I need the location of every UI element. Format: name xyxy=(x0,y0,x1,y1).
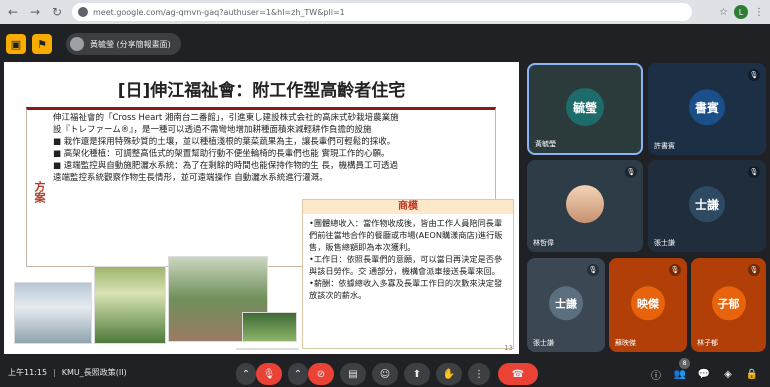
chat-icon: 💬 xyxy=(697,368,711,380)
reload-icon[interactable]: ↻ xyxy=(48,3,66,21)
participant-tile[interactable]: 🎙 子郁 林子郁 xyxy=(691,258,766,352)
address-bar[interactable]: meet.google.com/ag-qmvn-gaq?authuser=1&h… xyxy=(72,3,692,21)
mic-off-icon: 🎙 xyxy=(587,264,599,276)
participant-tile[interactable]: 毓瑩 黃毓瑩 xyxy=(527,63,643,155)
meeting-details-button[interactable]: ⓘ xyxy=(648,366,664,382)
method-line: 遠端監控系統觀察作物生長情形，並可遠端操作 自動灑水系統進行灌溉。 xyxy=(53,173,328,183)
url-text: meet.google.com/ag-qmvn-gaq?authuser=1&h… xyxy=(93,7,345,17)
chat-button[interactable]: 💬 xyxy=(696,366,712,382)
presenter-avatar xyxy=(70,37,84,51)
site-info-icon[interactable] xyxy=(78,7,88,17)
captions-button[interactable]: ▤ xyxy=(340,363,366,385)
profile-avatar[interactable]: L xyxy=(734,5,748,19)
profit-line: •工作日：依照長輩們的意願，可以當日再決定是否參與該日勞作。交 通部分，機構會派… xyxy=(309,254,503,276)
camera-toggle-button[interactable]: ⊘ xyxy=(308,363,334,385)
activities-button[interactable]: ◈ xyxy=(720,366,736,382)
reactions-button[interactable]: ☺ xyxy=(372,363,398,385)
meet-controls-bar: 上午11:15 | KMU_長照政策(II) ⌃ 🎙 ⌃ ⊘ ▤ ☺ ⬆ ✋ ⋮… xyxy=(0,357,770,387)
mic-toggle-button[interactable]: 🎙 xyxy=(256,363,282,385)
bookmark-star-icon[interactable]: ☆ xyxy=(719,7,728,18)
back-icon[interactable]: ← xyxy=(4,3,22,21)
participant-count-badge: 8 xyxy=(679,358,690,369)
participant-name: 許書賓 xyxy=(654,142,675,150)
activities-icon: ◈ xyxy=(724,368,732,380)
info-icon: ⓘ xyxy=(651,370,661,382)
present-button[interactable]: ⬆ xyxy=(404,363,430,385)
camera-options-button[interactable]: ⌃ xyxy=(288,363,308,385)
slide-title: [日]伸江福祉會：附工作型高齡者住宅 xyxy=(117,81,406,101)
participant-tile[interactable]: 🎙 林哲偉 xyxy=(527,160,643,252)
mic-off-icon: 🎙 xyxy=(748,166,760,178)
mic-options-button[interactable]: ⌃ xyxy=(236,363,256,385)
mic-off-icon: 🎙 xyxy=(669,264,681,276)
forward-icon[interactable]: → xyxy=(26,3,44,21)
business-model-text: •團體總收入：當作物收成後，皆由工作人員陪同長輩們前往當地合作的餐廳或市場(AE… xyxy=(303,214,513,304)
business-model-box: 商模 •團體總收入：當作物收成後，皆由工作人員陪同長輩們前往當地合作的餐廳或市場… xyxy=(302,199,514,349)
participant-avatar: 毓瑩 xyxy=(566,88,604,127)
host-controls-icon[interactable]: ⚑ xyxy=(32,34,52,54)
method-text: 伸江福祉會的「Cross Heart 湘南台二番館」，引進東し建設株式会社的高床… xyxy=(53,112,493,184)
people-button[interactable]: 👥 8 xyxy=(672,358,690,382)
mic-off-icon: 🎙 xyxy=(748,264,760,276)
lock-person-icon: 🔒 xyxy=(745,368,759,380)
presenter-label: 黃毓瑩 (分享簡報畫面) xyxy=(90,39,171,49)
participant-tile[interactable]: 🎙 書賓 許書賓 xyxy=(648,63,766,155)
end-call-icon: ☎ xyxy=(511,368,525,380)
shared-slide: [日]伸江福祉會：附工作型高齡者住宅 方案 伸江福祉會的「Cross Heart… xyxy=(4,62,519,354)
participant-name: 黃毓瑩 xyxy=(535,140,556,148)
present-screen-icon: ⬆ xyxy=(412,368,422,380)
slide-page-number: 13 xyxy=(504,344,513,352)
participant-name: 林哲偉 xyxy=(533,239,554,247)
participant-name: 張士謙 xyxy=(533,339,554,347)
slide-photos xyxy=(14,194,299,350)
people-icon: 👥 xyxy=(673,368,687,380)
meeting-name: KMU_長照政策(II) xyxy=(61,367,127,377)
participant-avatar: 士謙 xyxy=(549,286,583,321)
greenhouse-photo xyxy=(14,282,92,344)
browser-toolbar: ← → ↻ meet.google.com/ag-qmvn-gaq?authus… xyxy=(0,0,770,24)
participant-avatar: 映傑 xyxy=(631,286,665,321)
hand-icon: ✋ xyxy=(442,368,456,380)
emoji-icon: ☺ xyxy=(379,368,391,380)
participant-avatar: 士謙 xyxy=(689,186,725,223)
mic-off-icon: 🎙 xyxy=(625,166,637,178)
raise-hand-button[interactable]: ✋ xyxy=(436,363,462,385)
host-tools-button[interactable]: 🔒 xyxy=(744,366,760,382)
profit-line: •薪酬：依據總收入多寡及長輩工作日的次數來決定發放該次的薪水。 xyxy=(309,278,503,300)
participant-tile[interactable]: 🎙 士謙 張士謙 xyxy=(648,160,766,252)
seedlings-photo xyxy=(242,312,297,342)
meet-top-bar: ▣ ⚑ 黃毓瑩 (分享簡報畫面) xyxy=(0,24,770,64)
camera-off-icon: ⊘ xyxy=(316,368,326,380)
participant-name: 蘇映傑 xyxy=(615,339,636,347)
more-options-button[interactable]: ⋮ xyxy=(468,363,490,385)
presenter-chip[interactable]: 黃毓瑩 (分享簡報畫面) xyxy=(66,33,181,55)
divider: | xyxy=(53,367,56,377)
business-model-label: 商模 xyxy=(303,200,513,214)
captions-icon: ▤ xyxy=(348,368,358,380)
participant-name: 張士謙 xyxy=(654,239,675,247)
participant-name: 林子郁 xyxy=(697,339,718,347)
method-line: 伸江福祉會的「Cross Heart 湘南台二番館」，引進東し建設株式会社的高床… xyxy=(53,113,399,123)
method-line: 設『トレファーム®』，是一種可以透過不需彎地增加耕種面積來減輕耕作負擔的設施 xyxy=(53,125,372,135)
participant-avatar: 子郁 xyxy=(711,286,746,321)
leave-call-button[interactable]: ☎ xyxy=(498,363,538,385)
participant-tile[interactable]: 🎙 映傑 蘇映傑 xyxy=(609,258,687,352)
activity-icon[interactable]: ▣ xyxy=(6,34,26,54)
vegetable-closeup-photo xyxy=(236,348,299,350)
method-line: ■ 栽作還是採用特殊砂質的土壤，並以種植淺根的葉菜蔬果為主，讓長輩們可輕鬆的採收… xyxy=(53,137,396,147)
browser-menu-icon[interactable]: ⋮ xyxy=(754,7,764,18)
method-line: ■ 遠端監控與自動施肥灑水系統：為了在剩餘的時間也能保持作物的生 長，機構員工可… xyxy=(53,161,398,171)
profit-line: •團體總收入：當作物收成後，皆由工作人員陪同長輩們前往當地合作的餐廳或市場(AE… xyxy=(309,218,503,252)
participant-photo xyxy=(566,185,604,224)
more-vert-icon: ⋮ xyxy=(474,368,484,380)
mic-off-icon: 🎙 xyxy=(262,368,276,380)
mic-off-icon: 🎙 xyxy=(748,69,760,81)
participant-tile[interactable]: 🎙 士謙 張士謙 xyxy=(527,258,605,352)
greenhouse-interior-photo xyxy=(94,266,166,344)
participant-avatar: 書賓 xyxy=(689,89,725,126)
method-line: ■ 高架化種植：可調整高低式的架置幫助行動不便坐輪椅的長輩們也能 實現工作的心願… xyxy=(53,149,390,159)
meeting-clock: 上午11:15 xyxy=(8,367,48,377)
